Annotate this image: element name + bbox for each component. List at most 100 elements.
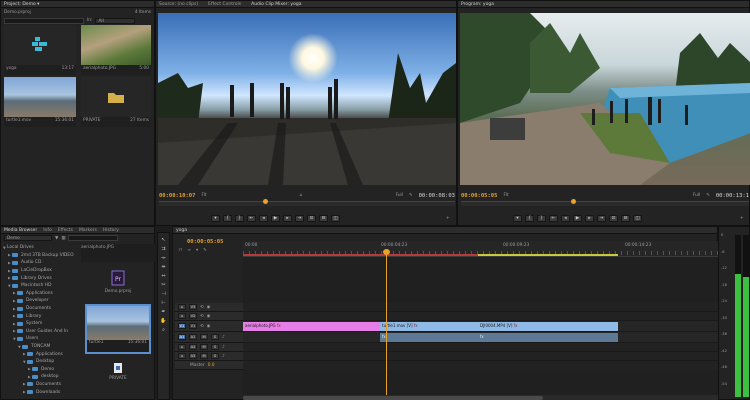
playhead-handle[interactable] <box>383 249 390 255</box>
project-search-input[interactable] <box>4 17 84 24</box>
tab-info[interactable]: Info <box>43 228 52 233</box>
go-to-in-button[interactable]: ⇤ <box>549 215 558 222</box>
source-playhead[interactable] <box>263 199 268 204</box>
program-resolution-select[interactable]: Full <box>693 193 700 198</box>
lock-toggle[interactable]: ⌂ <box>178 304 186 310</box>
project-item-aerialphoto[interactable]: aerialphoto.JPG 5:00 <box>81 25 151 75</box>
program-scrub-bar[interactable] <box>461 199 749 206</box>
tree-item[interactable]: ▶ Downloads <box>3 388 79 396</box>
sync-lock-icon[interactable]: ⟲ <box>200 314 204 319</box>
tab-markers[interactable]: Markers <box>79 228 97 233</box>
zoom-tool-icon[interactable]: ⌕ <box>160 326 168 333</box>
timeline-playhead[interactable] <box>383 249 390 400</box>
export-frame-button[interactable]: ◫ <box>331 215 340 222</box>
play-button[interactable]: ▶ <box>271 215 280 222</box>
tree-item[interactable]: ▶ User Guides And In <box>3 328 79 336</box>
source-patch-v1[interactable]: V1 <box>178 323 186 329</box>
clip-turtle1[interactable]: turtle1.mov [V] fx <box>380 322 478 331</box>
source-patch-a1[interactable]: A1 <box>178 334 186 340</box>
media-browser-dropdown[interactable]: Demo <box>4 235 52 241</box>
thumb-aerialphoto[interactable]: aerialphoto.JPG <box>81 244 155 262</box>
clip-aerialphoto[interactable]: aerialphoto.JPG fx <box>243 322 380 331</box>
tab-history[interactable]: History <box>103 228 119 233</box>
source-fit-select[interactable]: Fit <box>201 193 206 198</box>
tab-effect-controls[interactable]: Effect Controls <box>208 2 241 7</box>
filter-icon[interactable]: ▼ <box>55 236 58 241</box>
project-item-private[interactable]: PRIVATE 27 Items <box>81 77 151 127</box>
mark-in-button[interactable]: { <box>223 215 232 222</box>
tree-item[interactable]: ▶ Documents <box>3 381 79 389</box>
tab-effects[interactable]: Effects <box>58 228 73 233</box>
tree-item[interactable]: ▶ Library <box>3 312 79 320</box>
mark-in-button[interactable]: { <box>525 215 534 222</box>
audio-clip-turtle1[interactable]: fx <box>380 333 478 342</box>
tree-item[interactable]: ▶ Library Drives <box>3 274 79 282</box>
mute-button[interactable]: M <box>200 344 208 350</box>
mute-button[interactable]: M <box>200 334 208 340</box>
tree-item[interactable]: ▼ TONCAM <box>3 343 79 351</box>
hand-tool-icon[interactable]: ✋ <box>160 317 168 324</box>
source-resolution-select[interactable]: Full <box>396 193 403 198</box>
track-label[interactable]: V3 <box>189 304 197 310</box>
tree-item[interactable]: ▶ Applications <box>3 350 79 358</box>
scrollbar-thumb[interactable] <box>243 396 543 400</box>
slip-tool-icon[interactable]: ⊣ <box>160 290 168 297</box>
lock-toggle[interactable]: ⌂ <box>178 313 186 319</box>
tree-item[interactable]: ▼ Users <box>3 335 79 343</box>
search-scope-select[interactable]: All <box>95 17 136 24</box>
eye-icon[interactable]: ◉ <box>207 314 211 319</box>
overwrite-button[interactable]: ⊟ <box>319 215 328 222</box>
go-to-out-button[interactable]: ⇥ <box>597 215 606 222</box>
tab-sequence[interactable]: yoga <box>176 228 187 233</box>
project-item-turtle1[interactable]: turtle1.mov 15:36:01 <box>4 77 76 127</box>
tree-item[interactable]: ▶ 2md 3TB Backup VIDEO <box>3 252 79 260</box>
mark-out-button[interactable]: } <box>235 215 244 222</box>
go-to-in-button[interactable]: ⇤ <box>247 215 256 222</box>
mute-button[interactable]: M <box>200 353 208 359</box>
timeline-timecode[interactable]: 00:00:05:05 <box>187 239 223 245</box>
insert-button[interactable]: ⊡ <box>307 215 316 222</box>
track-label[interactable]: V1 <box>189 323 197 329</box>
track-select-tool-icon[interactable]: ⇉ <box>160 245 168 252</box>
slide-tool-icon[interactable]: ⊢ <box>160 299 168 306</box>
tree-item[interactable]: ▼ Local Drives <box>3 244 79 252</box>
mic-icon[interactable]: ♪ <box>222 335 225 340</box>
source-timecode[interactable]: 00:00:10:07 <box>159 193 195 199</box>
lock-toggle[interactable]: ⌂ <box>178 344 186 350</box>
tree-item[interactable]: ▶ Audio CD <box>3 259 79 267</box>
link-icon[interactable]: ∞ <box>187 248 191 253</box>
step-forward-button[interactable]: ▸ <box>283 215 292 222</box>
source-scrub-bar[interactable] <box>159 199 455 206</box>
track-label[interactable]: A1 <box>189 334 197 340</box>
mic-icon[interactable]: ♪ <box>222 354 225 359</box>
master-value[interactable]: 0.0 <box>208 363 215 368</box>
rolling-edit-tool-icon[interactable]: ⇹ <box>160 263 168 270</box>
go-to-out-button[interactable]: ⇥ <box>295 215 304 222</box>
tree-item[interactable]: ▶ Demo <box>3 366 79 374</box>
program-wrench-icon[interactable]: ✎ <box>706 193 710 198</box>
audio-clip-dji0004[interactable]: fx <box>478 333 618 342</box>
source-add-button[interactable]: + <box>446 216 450 221</box>
eye-icon[interactable]: ◉ <box>207 324 211 329</box>
step-forward-button[interactable]: ▸ <box>585 215 594 222</box>
solo-button[interactable]: S <box>211 334 219 340</box>
clip-dji0004[interactable]: DJI0004.MP4 [V] fx <box>478 322 618 331</box>
rate-stretch-tool-icon[interactable]: ⇔ <box>160 272 168 279</box>
razor-tool-icon[interactable]: ✂ <box>160 281 168 288</box>
tree-item[interactable]: ▶ LaCieDropBox <box>3 267 79 275</box>
media-search-input[interactable] <box>68 235 119 241</box>
tree-item[interactable]: ▼ Macintosh HD <box>3 282 79 290</box>
program-playhead[interactable] <box>571 199 576 204</box>
step-back-button[interactable]: ◂ <box>561 215 570 222</box>
pen-tool-icon[interactable]: ✒ <box>160 308 168 315</box>
solo-button[interactable]: S <box>211 344 219 350</box>
eye-icon[interactable]: ◉ <box>207 305 211 310</box>
thumb-turtle1[interactable]: turtle1 15:36:01 <box>85 304 151 354</box>
sync-lock-icon[interactable]: ⟲ <box>200 305 204 310</box>
settings-icon[interactable]: ✎ <box>203 248 207 253</box>
tree-item[interactable]: ▼ Desktop <box>3 358 79 366</box>
tree-item[interactable]: ▶ Developer <box>3 297 79 305</box>
program-timecode[interactable]: 00:00:05:05 <box>461 193 497 199</box>
program-add-button[interactable]: + <box>740 216 744 221</box>
project-item-yoga[interactable]: yoga 13:17 <box>4 25 76 75</box>
